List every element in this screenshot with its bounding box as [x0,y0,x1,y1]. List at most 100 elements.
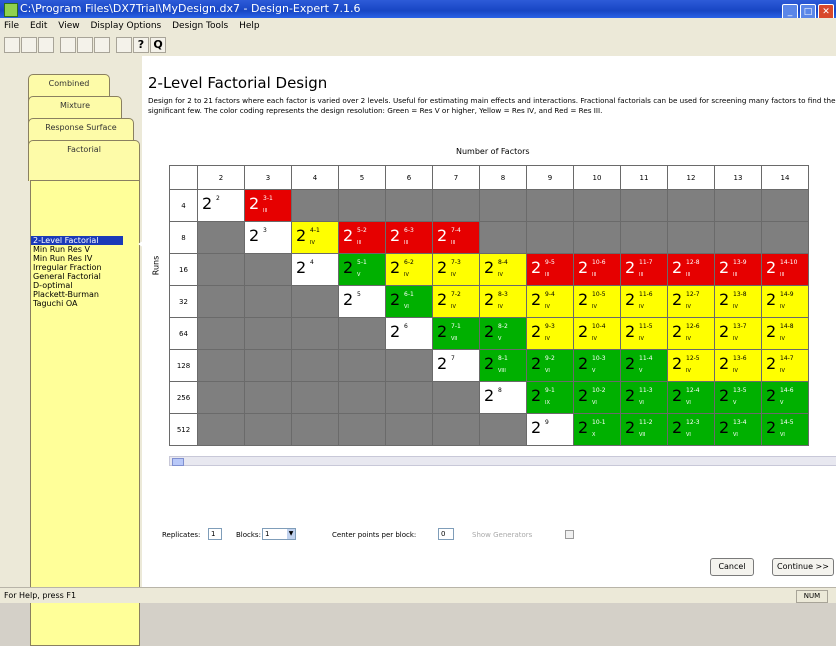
empty-cell [479,221,527,254]
design-cell[interactable]: 2 10-6 III [573,253,621,286]
design-exponent: 8-3 [498,291,508,298]
design-list-item[interactable]: 2-Level Factorial [31,236,123,245]
design-list-item[interactable]: Plackett-Burman [31,290,139,299]
menu-display-options[interactable]: Display Options [90,21,161,31]
continue-button[interactable]: Continue >> [772,558,834,576]
design-cell[interactable]: 2 6-1 VI [385,285,433,318]
save-icon[interactable] [38,37,54,53]
paste-icon[interactable] [94,37,110,53]
empty-cell [385,349,433,382]
design-cell[interactable]: 2 9-1 IX [526,381,574,414]
design-cell[interactable]: 2 11-5 IV [620,317,668,350]
design-cell[interactable]: 2 12-5 IV [667,349,715,382]
menu-design-tools[interactable]: Design Tools [172,21,228,31]
design-exponent: 13-5 [733,387,747,394]
scrollbar-thumb[interactable] [172,458,184,466]
design-cell[interactable]: 27 [432,349,480,382]
design-cell[interactable]: 2 9-2 VI [526,349,574,382]
design-cell[interactable]: 2 10-3 V [573,349,621,382]
cancel-button[interactable]: Cancel [710,558,754,576]
design-cell[interactable]: 28 [479,381,527,414]
menu-edit[interactable]: Edit [30,21,47,31]
blocks-select[interactable]: 1 ▼ [262,528,296,540]
design-cell[interactable]: 2 12-3 VI [667,413,715,446]
open-file-icon[interactable] [21,37,37,53]
print-icon[interactable] [116,37,132,53]
help-icon[interactable]: ? [133,37,149,53]
design-cell[interactable]: 22 [197,189,245,222]
design-cell[interactable]: 2 4-1 IV [291,221,339,254]
design-list-item[interactable]: Irregular Fraction [31,263,139,272]
design-cell[interactable]: 2 13-4 VI [714,413,762,446]
chevron-down-icon[interactable]: ▼ [287,529,295,539]
menu-view[interactable]: View [58,21,79,31]
design-list-item[interactable]: D-optimal [31,281,139,290]
design-cell[interactable]: 29 [526,413,574,446]
design-exponent: 9-4 [545,291,555,298]
design-cell[interactable]: 2 10-1 X [573,413,621,446]
design-cell[interactable]: 2 7-1 VII [432,317,480,350]
design-cell[interactable]: 2 11-7 III [620,253,668,286]
design-cell[interactable]: 2 10-5 IV [573,285,621,318]
design-cell[interactable]: 2 12-4 VI [667,381,715,414]
menu-help[interactable]: Help [239,21,260,31]
replicates-field[interactable]: 1 [208,528,222,540]
design-cell[interactable]: 2 14-9 IV [761,285,809,318]
design-cell[interactable]: 2 6-3 III [385,221,433,254]
design-cell[interactable]: 2 7-2 IV [432,285,480,318]
design-cell[interactable]: 2 12-6 IV [667,317,715,350]
design-cell[interactable]: 2 10-4 IV [573,317,621,350]
design-cell[interactable]: 2 14-8 IV [761,317,809,350]
design-list-item[interactable]: Min Run Res IV [31,254,139,263]
design-cell[interactable]: 25 [338,285,386,318]
design-cell[interactable]: 2 14-5 VI [761,413,809,446]
design-cell[interactable]: 2 5-2 III [338,221,386,254]
design-cell[interactable]: 2 10-2 VI [573,381,621,414]
design-cell[interactable]: 2 7-4 III [432,221,480,254]
design-cell[interactable]: 2 14-6 V [761,381,809,414]
design-cell[interactable]: 2 11-6 IV [620,285,668,318]
design-cell[interactable]: 2 14-10 III [761,253,809,286]
tip-icon[interactable]: Q [150,37,166,53]
design-cell[interactable]: 2 8-2 V [479,317,527,350]
horizontal-scrollbar[interactable] [169,456,836,466]
design-cell[interactable]: 2 9-3 IV [526,317,574,350]
show-generators-checkbox[interactable] [565,530,574,539]
design-resolution: III [592,272,597,278]
design-resolution: IV [733,336,738,342]
center-points-field[interactable]: 0 [438,528,454,540]
design-cell[interactable]: 2 8-3 IV [479,285,527,318]
design-cell[interactable]: 2 9-5 III [526,253,574,286]
design-cell[interactable]: 26 [385,317,433,350]
design-cell[interactable]: 2 11-3 VI [620,381,668,414]
design-cell[interactable]: 2 13-9 III [714,253,762,286]
design-list-item[interactable]: Min Run Res V [31,245,139,254]
design-cell[interactable]: 24 [291,253,339,286]
cut-icon[interactable] [60,37,76,53]
menu-file[interactable]: File [4,21,19,31]
design-cell[interactable]: 2 8-4 IV [479,253,527,286]
design-cell[interactable]: 2 13-6 IV [714,349,762,382]
design-cell[interactable]: 2 6-2 IV [385,253,433,286]
design-cell[interactable]: 2 12-7 IV [667,285,715,318]
design-cell[interactable]: 2 12-8 III [667,253,715,286]
design-cell[interactable]: 2 13-7 IV [714,317,762,350]
design-list-item[interactable]: Taguchi OA [31,299,139,308]
design-cell[interactable]: 2 11-2 VII [620,413,668,446]
design-cell[interactable]: 2 11-4 V [620,349,668,382]
new-file-icon[interactable] [4,37,20,53]
design-cell[interactable]: 2 13-5 V [714,381,762,414]
design-cell[interactable]: 23 [244,221,292,254]
tab-factorial[interactable]: Factorial [28,140,140,181]
design-cell[interactable]: 2 5-1 V [338,253,386,286]
design-list-item[interactable]: General Factorial [31,272,139,281]
design-cell[interactable]: 2 13-8 IV [714,285,762,318]
design-cell[interactable]: 2 7-3 IV [432,253,480,286]
design-cell[interactable]: 2 9-4 IV [526,285,574,318]
copy-icon[interactable] [77,37,93,53]
runs-row-header: 512 [169,413,198,446]
design-cell[interactable]: 2 14-7 IV [761,349,809,382]
empty-cell [338,189,386,222]
design-cell[interactable]: 2 8-1 VIII [479,349,527,382]
design-cell[interactable]: 2 3-1 III [244,189,292,222]
